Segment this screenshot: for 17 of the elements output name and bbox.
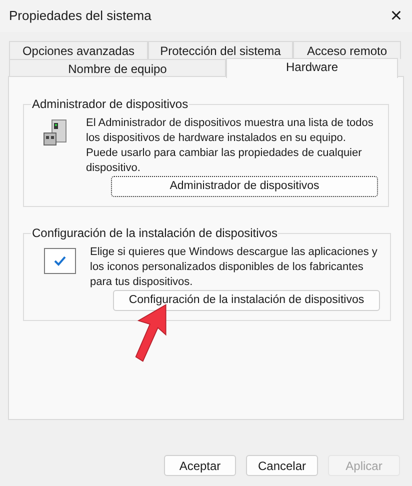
tab[interactable]: Nombre de equipo [9, 59, 226, 77]
description-text: Elige si quieres que Windows descargue las aplicaciones y los iconos personalizados disponibles de los fabricantes para tus dispositivos. [90, 245, 378, 290]
window-title: Propiedades del sistema [9, 7, 152, 26]
description-text: El Administrador de dispositivos muestra una lista de todos los dispositivos de hardware instalados en su equipo. Puede usarlo para cambiar las propiedades de cualquier dispositivo. [86, 116, 374, 176]
button[interactable]: Configuración de la instalación de dispositivos [113, 290, 380, 311]
checkmark-icon [44, 248, 76, 274]
button[interactable]: Cancelar [246, 455, 318, 476]
group-title: Administrador de dispositivos [31, 96, 190, 113]
close-button[interactable]: × [390, 6, 402, 26]
tab[interactable]: Hardware [226, 58, 398, 78]
tab[interactable]: Protección del sistema [148, 41, 293, 59]
button[interactable]: Aceptar [164, 455, 236, 476]
group-title: Configuración de la instalación de dispositivos [31, 225, 278, 242]
tab[interactable]: Opciones avanzadas [9, 41, 148, 59]
pointer-arrow [135, 304, 166, 362]
button[interactable]: Administrador de dispositivos [111, 176, 378, 197]
tab[interactable]: Acceso remoto [293, 41, 401, 59]
